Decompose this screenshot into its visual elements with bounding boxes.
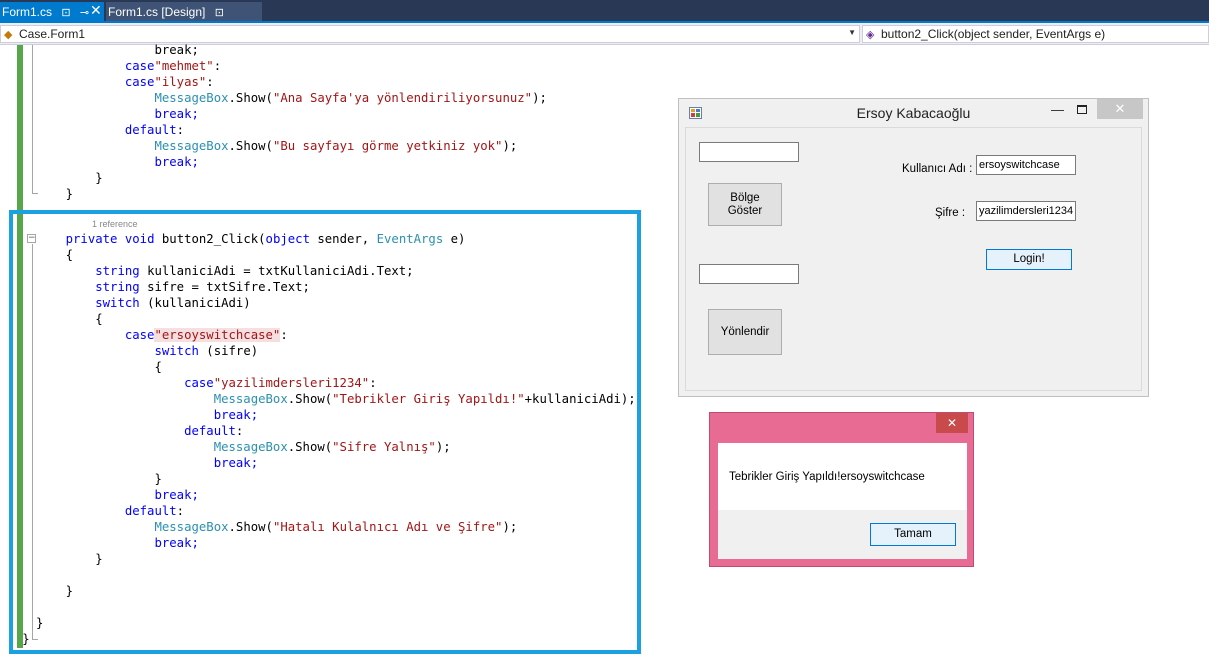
chevron-down-icon: ▼ [848, 28, 856, 37]
outline-line [32, 45, 33, 193]
username-label: Kullanıcı Adı : [902, 163, 973, 175]
code-line: break; [154, 155, 199, 169]
class-icon: ◆ [4, 29, 13, 41]
pin-icon[interactable]: ⊡ [61, 6, 70, 19]
close-icon[interactable]: ✕ [1097, 99, 1143, 119]
minimize-icon[interactable]: — [1051, 102, 1065, 117]
tab-label: Form1.cs [Design] [108, 5, 206, 19]
pin-tab-icon[interactable]: ⊸ [80, 6, 89, 19]
member-selector-dropdown[interactable]: ◈ button2_Click(object sender, EventArgs … [862, 25, 1209, 43]
code-line: MessageBox.Show("Ana Sayfa'ya yönlendiri… [154, 91, 547, 105]
code-line: MessageBox.Show("Bu sayfayı görme yetkin… [154, 139, 518, 153]
yonlendir-button[interactable]: Yönlendir [708, 309, 782, 355]
pin-icon[interactable]: ⊡ [215, 6, 224, 19]
document-tab-strip: Form1.cs ⊡ ⊸ ✕ Form1.cs [Design] ⊡ [0, 0, 1209, 23]
class-selector-dropdown[interactable]: ◆ Case.Form1 ▼ [0, 25, 860, 43]
code-line: } [95, 171, 103, 185]
tab-form1-cs[interactable]: Form1.cs ⊡ ⊸ [0, 2, 104, 23]
message-box-window: ✕ Tebrikler Giriş Yapıldı!ersoyswitchcas… [709, 412, 974, 567]
tamam-button[interactable]: Tamam [870, 523, 956, 546]
annotation-highlight-frame [9, 210, 641, 654]
close-tab-icon[interactable]: ✕ [90, 3, 102, 19]
code-line: break; [154, 107, 199, 121]
message-box-body: Tebrikler Giriş Yapıldı!ersoyswitchcase [718, 443, 967, 510]
member-selector-value: button2_Click(object sender, EventArgs e… [881, 27, 1106, 41]
class-selector-value: Case.Form1 [19, 27, 86, 41]
code-line: case"ilyas": [124, 75, 214, 89]
form-title-bar[interactable]: Ersoy Kabacaoğlu — ✕ [679, 99, 1148, 127]
message-text: Tebrikler Giriş Yapıldı!ersoyswitchcase [729, 471, 925, 483]
code-line: break; [154, 43, 199, 57]
password-input[interactable]: yazilimdersleri1234 [976, 201, 1076, 221]
tab-form1-design[interactable]: Form1.cs [Design] ⊡ [106, 2, 262, 23]
form-window: Ersoy Kabacaoğlu — ✕ Bölge Göster Yönlen… [678, 98, 1149, 397]
code-line: default: [124, 123, 185, 137]
method-icon: ◈ [866, 29, 875, 41]
password-label: Şifre : [935, 207, 966, 219]
code-line: case"mehmet": [124, 59, 222, 73]
form-client-area: Bölge Göster Yönlendir Kullanıcı Adı : e… [685, 127, 1142, 391]
username-input[interactable]: ersoyswitchcase [976, 155, 1076, 175]
region-textbox[interactable] [699, 142, 799, 162]
message-box-footer: Tamam [718, 510, 967, 559]
tab-label: Form1.cs [2, 5, 53, 19]
bolge-goster-button[interactable]: Bölge Göster [708, 183, 782, 226]
code-line: } [65, 187, 74, 201]
redirect-textbox[interactable] [699, 264, 799, 284]
close-icon[interactable]: ✕ [936, 413, 968, 433]
login-button[interactable]: Login! [986, 249, 1072, 270]
maximize-icon[interactable] [1077, 105, 1087, 114]
